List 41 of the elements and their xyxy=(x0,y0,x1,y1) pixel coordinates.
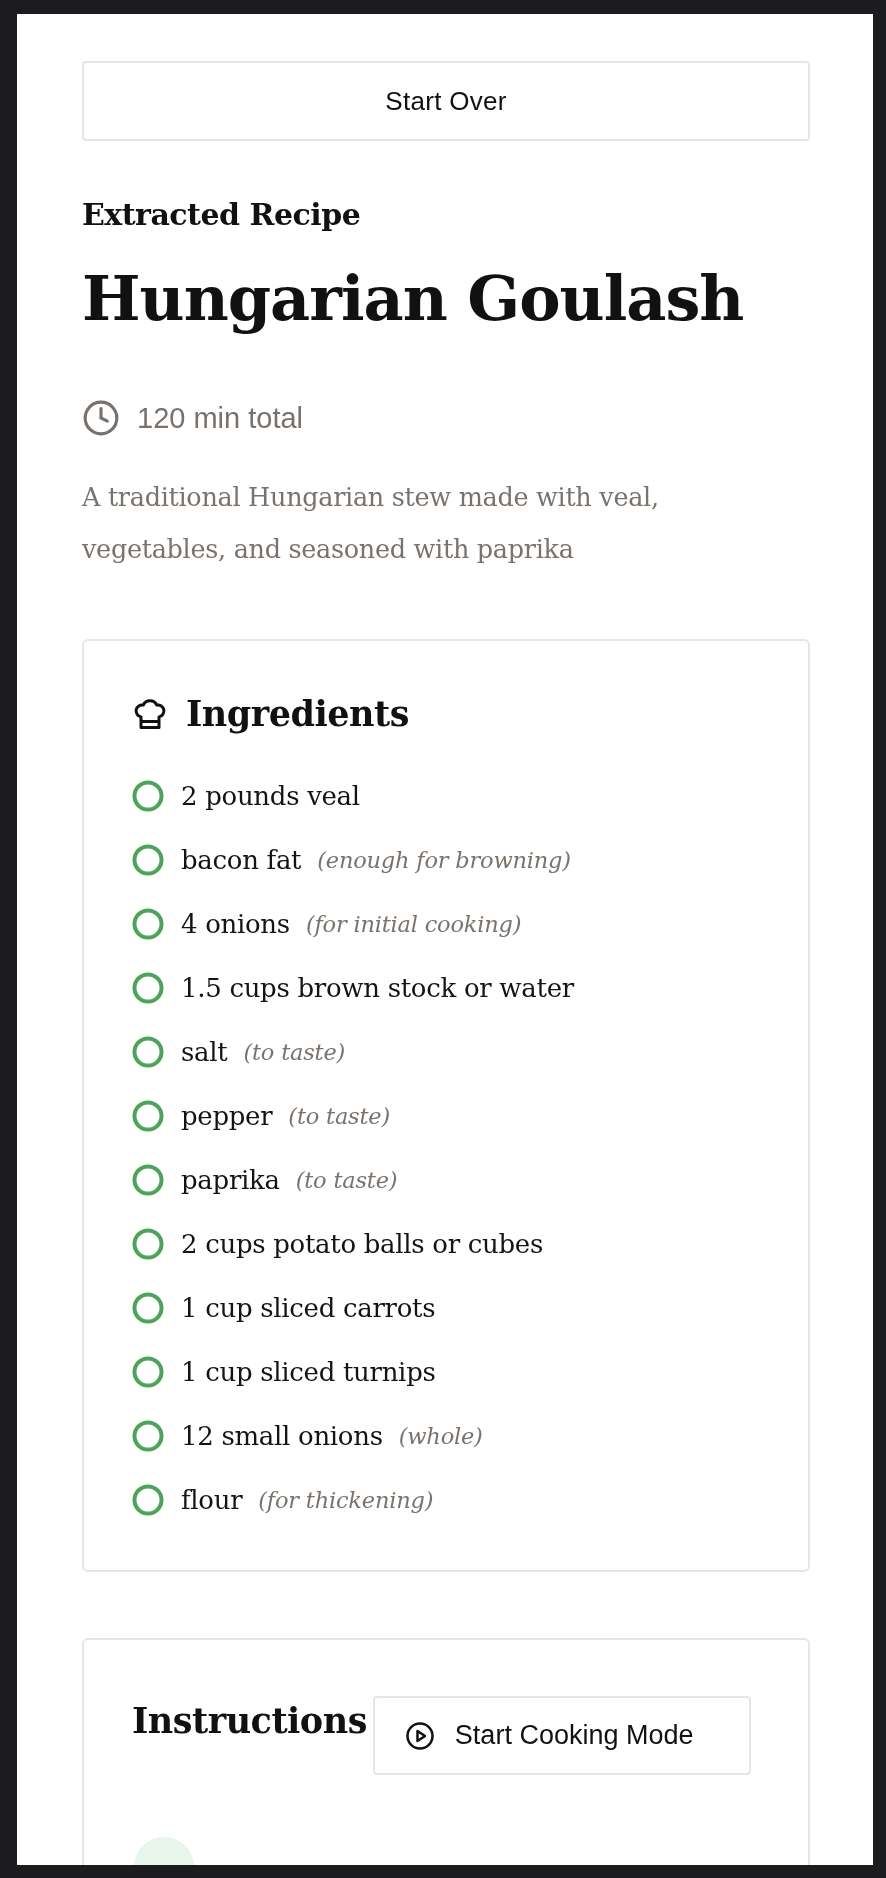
ingredients-heading: Ingredients xyxy=(186,693,409,734)
unchecked-checkbox[interactable] xyxy=(132,908,164,940)
ingredient-note: (whole) xyxy=(398,1423,483,1449)
ingredient-text: 1 cup sliced turnips xyxy=(181,1357,436,1387)
ingredient-text: bacon fat xyxy=(181,845,302,875)
section-label: Extracted Recipe xyxy=(82,197,362,232)
ingredient-note: (to taste) xyxy=(288,1103,390,1129)
unchecked-checkbox[interactable] xyxy=(132,972,164,1004)
play-icon xyxy=(404,1720,435,1751)
ingredient-text: 2 pounds veal xyxy=(181,781,360,811)
ingredient-note: (enough for browning) xyxy=(317,847,571,873)
unchecked-checkbox[interactable] xyxy=(132,1356,164,1388)
ingredient-text: paprika xyxy=(181,1165,280,1195)
unchecked-checkbox[interactable] xyxy=(132,1420,164,1452)
unchecked-checkbox[interactable] xyxy=(132,1228,164,1260)
clock-icon xyxy=(82,399,120,437)
ingredient-note: (to taste) xyxy=(295,1167,398,1193)
unchecked-checkbox[interactable] xyxy=(132,844,164,876)
start-cooking-mode-button[interactable]: Start Cooking Mode xyxy=(372,1696,751,1775)
ingredient-note: (for initial cooking) xyxy=(305,911,522,937)
recipe-description: A traditional Hungarian stew made with veal, vegetables, and seasoned with paprika xyxy=(82,481,660,566)
ingredient-text: 4 onions xyxy=(181,909,290,939)
ingredient-text: salt xyxy=(181,1037,228,1067)
ingredient-text: 1.5 cups brown stock or water xyxy=(181,973,574,1003)
recipe-title: Hungarian Goulash xyxy=(82,262,745,335)
unchecked-checkbox[interactable] xyxy=(132,1484,164,1516)
start-over-button[interactable]: Start Over xyxy=(82,61,810,141)
unchecked-checkbox[interactable] xyxy=(132,1036,164,1068)
ingredient-text: pepper xyxy=(181,1101,273,1131)
ingredient-text: 1 cup sliced carrots xyxy=(181,1293,436,1323)
total-time: 120 min total xyxy=(137,401,304,435)
instructions-heading: Instructions xyxy=(132,1700,367,1741)
ingredient-text: flour xyxy=(181,1485,243,1515)
ingredient-text: 2 cups potato balls or cubes xyxy=(181,1229,543,1259)
unchecked-checkbox[interactable] xyxy=(132,780,164,812)
unchecked-checkbox[interactable] xyxy=(132,1100,164,1132)
ingredient-text: 12 small onions xyxy=(181,1421,383,1451)
ingredient-note: (to taste) xyxy=(243,1039,346,1065)
unchecked-checkbox[interactable] xyxy=(132,1164,164,1196)
ingredient-note: (for thickening) xyxy=(258,1487,434,1513)
unchecked-checkbox[interactable] xyxy=(132,1292,164,1324)
